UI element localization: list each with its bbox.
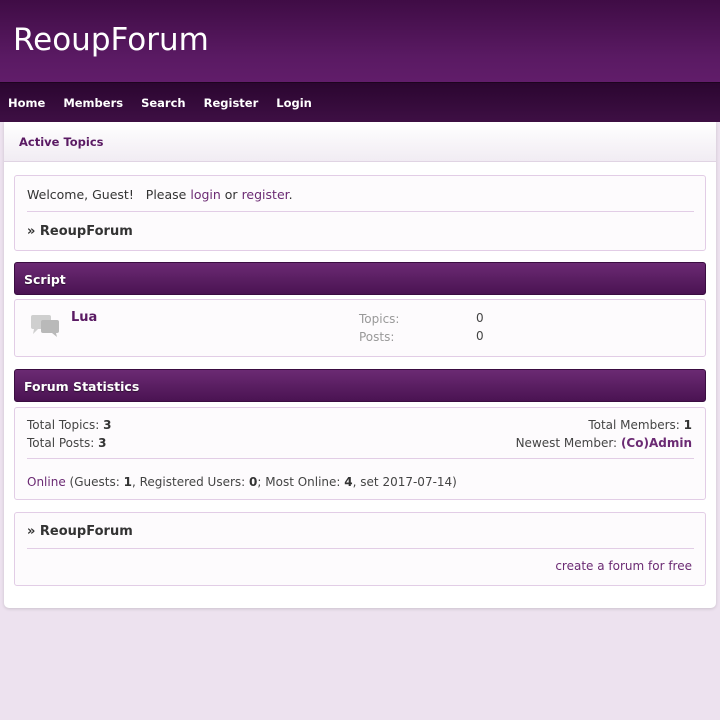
total-topics-label: Total Topics: xyxy=(27,418,100,432)
login-link[interactable]: login xyxy=(190,187,220,202)
most-online-date: , set 2017-07-14) xyxy=(352,475,457,489)
newest-member-link[interactable]: (Co)Admin xyxy=(621,436,692,450)
topics-label: Topics: xyxy=(359,312,400,326)
main-nav: Home Members Search Register Login xyxy=(0,82,720,122)
welcome-period: . xyxy=(288,187,293,202)
most-online-label: ; Most Online: xyxy=(257,475,341,489)
divider xyxy=(27,211,694,212)
posts-count: 0 xyxy=(476,329,484,343)
total-members-value: 1 xyxy=(683,418,692,432)
main-content: Active Topics Welcome, Guest! Please log… xyxy=(4,122,716,608)
registered-label: , Registered Users: xyxy=(131,475,246,489)
welcome-or: or xyxy=(224,187,238,202)
forum-bubbles-icon xyxy=(29,314,61,341)
nav-home[interactable]: Home xyxy=(8,96,45,110)
create-forum-link[interactable]: create a forum for free xyxy=(555,559,692,573)
total-posts-label: Total Posts: xyxy=(27,436,95,450)
welcome-greeting: Welcome, Guest! xyxy=(27,187,134,202)
total-members: Total Members: 1 xyxy=(588,418,692,432)
footer-breadcrumb[interactable]: » ReoupForum xyxy=(27,524,133,539)
nav-members[interactable]: Members xyxy=(63,96,123,110)
stats-header: Forum Statistics xyxy=(14,369,706,402)
active-topics-link[interactable]: Active Topics xyxy=(19,135,104,149)
nav-register[interactable]: Register xyxy=(204,96,259,110)
divider xyxy=(27,548,694,549)
forum-link-lua[interactable]: Lua xyxy=(71,310,97,325)
topics-count: 0 xyxy=(476,311,484,325)
welcome-panel: Welcome, Guest! Please login or register… xyxy=(14,175,706,251)
total-members-label: Total Members: xyxy=(588,418,680,432)
site-title[interactable]: ReoupForum xyxy=(13,22,209,58)
total-posts-value: 3 xyxy=(98,436,107,450)
forum-row: Lua Topics: 0 Posts: 0 xyxy=(14,299,706,357)
footer-panel: » ReoupForum create a forum for free xyxy=(14,512,706,586)
newest-member: Newest Member: (Co)Admin xyxy=(516,436,692,450)
total-topics-value: 3 xyxy=(103,418,112,432)
guests-label: (Guests: xyxy=(69,475,120,489)
online-info: Online (Guests: 1, Registered Users: 0; … xyxy=(27,475,457,489)
welcome-message: Welcome, Guest! Please login or register… xyxy=(27,187,293,202)
newest-member-label: Newest Member: xyxy=(515,436,618,450)
welcome-please: Please xyxy=(145,187,187,202)
register-link[interactable]: register xyxy=(242,187,289,202)
nav-search[interactable]: Search xyxy=(141,96,186,110)
online-link[interactable]: Online xyxy=(27,475,66,489)
forum-stats-panel: Total Topics: 3 Total Posts: 3 Total Mem… xyxy=(14,407,706,500)
nav-login[interactable]: Login xyxy=(276,96,312,110)
breadcrumb[interactable]: » ReoupForum xyxy=(27,224,133,239)
category-header[interactable]: Script xyxy=(14,262,706,295)
guests-count: 1 xyxy=(123,475,132,489)
sub-navbar: Active Topics xyxy=(4,122,716,162)
site-header: ReoupForum xyxy=(0,0,720,82)
posts-label: Posts: xyxy=(359,330,395,344)
total-posts: Total Posts: 3 xyxy=(27,436,106,450)
divider xyxy=(27,458,694,459)
total-topics: Total Topics: 3 xyxy=(27,418,112,432)
most-online-count: 4 xyxy=(344,475,353,489)
